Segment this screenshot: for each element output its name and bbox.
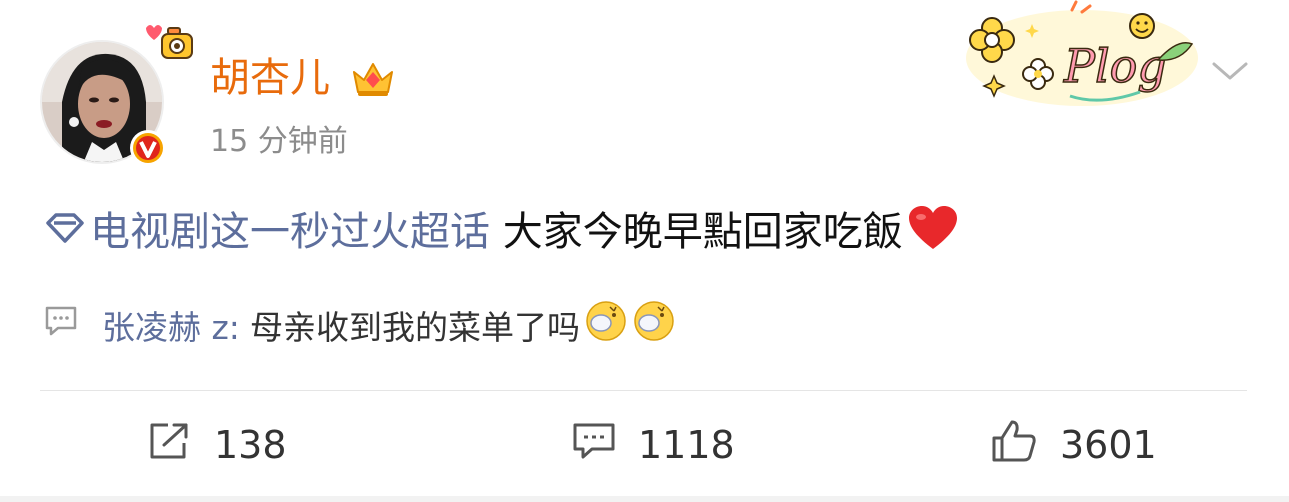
weibo-post-card: 胡杏儿 15 分钟前 Plog 电视剧这一秒过火超话 大家今晚早點回家吃飯 张凌… [0, 0, 1289, 502]
topic-label[interactable]: 电视剧这一秒过火超话 [90, 204, 490, 260]
divider [40, 390, 1247, 391]
post-timestamp: 15 分钟前 [210, 124, 348, 159]
topic-diamond-icon [44, 204, 86, 260]
emoji-icon [584, 299, 628, 351]
comment-button[interactable]: 1118 [572, 418, 735, 472]
comment-text: 母亲收到我的菜单了吗 [249, 308, 580, 347]
comment-icon [44, 305, 78, 345]
plog-sticker-decoration: Plog [952, 0, 1202, 114]
repost-count: 138 [214, 423, 287, 467]
verified-v-icon [128, 128, 168, 168]
comment-preview[interactable]: 张凌赫 z: 母亲收到我的菜单了吗 [44, 300, 676, 350]
post-body-text: 大家今晚早點回家吃飯 [490, 209, 903, 255]
like-count: 3601 [1060, 423, 1157, 467]
like-icon [990, 418, 1038, 473]
like-button[interactable]: 3601 [990, 418, 1157, 472]
heart-icon [907, 205, 959, 266]
dropdown-chevron-icon[interactable] [1208, 54, 1252, 90]
plog-text: Plog [1063, 39, 1167, 93]
comment-count: 1118 [638, 423, 735, 467]
avatar-camera-decoration-icon [140, 20, 196, 74]
emoji-icon [632, 299, 676, 351]
post-content: 电视剧这一秒过火超话 大家今晚早點回家吃飯 [44, 204, 959, 266]
repost-icon [148, 421, 192, 470]
comment-icon [572, 421, 616, 470]
avatar-container[interactable] [40, 25, 193, 168]
author-name[interactable]: 胡杏儿 [210, 52, 330, 104]
crown-icon [350, 58, 396, 102]
repost-button[interactable]: 138 [148, 418, 287, 472]
topic-link[interactable]: 电视剧这一秒过火超话 [44, 204, 490, 260]
comment-author[interactable]: 张凌赫 z: [102, 301, 240, 349]
bottom-separator [0, 496, 1289, 502]
